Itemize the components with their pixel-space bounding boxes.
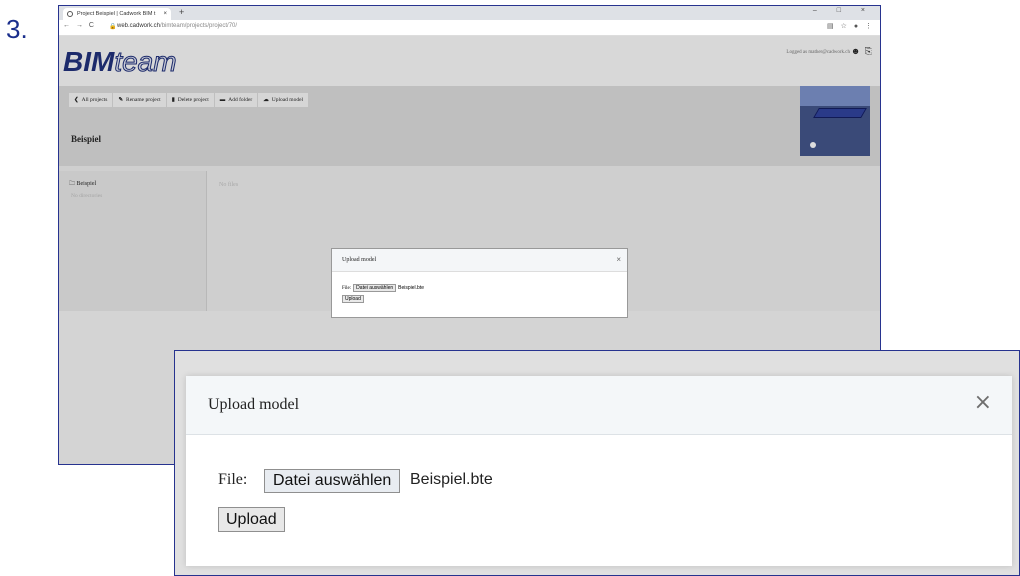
upload-button[interactable]: Upload (218, 507, 285, 532)
thumbnail-sky (800, 86, 870, 106)
new-tab-icon[interactable]: + (179, 7, 184, 17)
url-field[interactable]: web.cadwork.ch/bimteam/projects/project/… (117, 23, 237, 29)
project-toolbar: ❮ All projects ✎ Rename project ▮ Delete pr… (69, 93, 309, 107)
close-icon[interactable]: × (974, 390, 992, 415)
no-directories-text: No directories (71, 193, 103, 199)
all-projects-button[interactable]: ❮ All projects (69, 93, 113, 107)
folder-plus-icon: ▬ (219, 97, 226, 103)
nav-buttons[interactable]: ← → C (63, 22, 94, 29)
lock-icon: 🔒 (109, 24, 117, 30)
dialog-title: Upload model (208, 396, 300, 413)
project-bar: ❮ All projects ✎ Rename project ▮ Delete pr… (59, 86, 880, 166)
choose-file-button[interactable]: Datei auswählen (264, 469, 401, 493)
upload-model-button[interactable]: ☁ Upload model (258, 93, 309, 107)
logged-in-text: Logged as mather@cadwork.ch (786, 50, 850, 55)
file-label: File: (218, 471, 248, 488)
app-header: BIMteam Logged as mather@cadwork.ch ☻ ⎘ (59, 36, 880, 86)
model-thumbnail[interactable] (800, 86, 870, 156)
dialog-header: Upload model × (186, 376, 1012, 435)
selected-file-name: Beispiel.bte (410, 471, 493, 488)
user-icons[interactable]: ☻ ⎘ (851, 46, 872, 57)
trash-icon: ▮ (171, 97, 175, 103)
address-bar: ← → C 🔒 web.cadwork.ch/bimteam/projects/… (59, 20, 880, 36)
browser-tab-bar: Project Beispiel | Cadwork BIM t × + – □… (59, 6, 880, 20)
chevron-left-icon: ❮ (74, 97, 79, 103)
thumbnail-model (813, 108, 867, 118)
logo-bold: BIM (63, 46, 115, 77)
folder-item[interactable]: 🗀 Beispiel (69, 179, 96, 189)
small-choose-file-button[interactable]: Datei auswählen (353, 284, 397, 292)
small-file-label: File: (342, 286, 352, 291)
small-upload-button[interactable]: Upload (342, 295, 364, 303)
thumbnail-knob (810, 142, 816, 148)
bimteam-logo: BIMteam (63, 46, 177, 78)
project-title: Beispiel (71, 134, 102, 144)
tab-title: Project Beispiel | Cadwork BIM t (77, 11, 156, 17)
delete-project-label: Delete project (177, 97, 209, 103)
upload-model-label: Upload model (271, 97, 304, 103)
add-folder-label: Add folder (228, 97, 253, 103)
url-path: /bimteam/projects/project/70/ (160, 23, 238, 29)
browser-toolbar-icons[interactable]: ▤ ☆ ● ⋮ (827, 22, 872, 30)
upload-modal-small: Upload model × File: Datei auswählen Beisp… (331, 248, 628, 318)
tab-close-icon[interactable]: × (163, 8, 167, 20)
folder-label: Beispiel (76, 181, 97, 187)
url-domain: web.cadwork.ch (117, 23, 161, 29)
small-modal-title: Upload model (332, 249, 627, 272)
logo-light: team (114, 46, 177, 78)
rename-project-button[interactable]: ✎ Rename project (113, 93, 166, 107)
globe-icon (67, 11, 73, 17)
delete-project-button[interactable]: ▮ Delete project (166, 93, 214, 107)
folder-pane: 🗀 Beispiel No directories (59, 171, 207, 311)
small-close-icon[interactable]: × (616, 249, 621, 271)
upload-modal-zoom: Upload model × File: Datei auswählen Bei… (174, 350, 1020, 576)
step-number: 3. (6, 14, 28, 44)
pencil-icon: ✎ (118, 97, 124, 103)
all-projects-label: All projects (81, 97, 108, 103)
add-folder-button[interactable]: ▬ Add folder (214, 93, 258, 107)
browser-tab[interactable]: Project Beispiel | Cadwork BIM t × (63, 8, 171, 20)
window-controls[interactable]: – □ × (813, 7, 874, 14)
no-files-text: No files (219, 182, 239, 188)
rename-project-label: Rename project (126, 97, 161, 103)
cloud-upload-icon: ☁ (263, 97, 269, 103)
small-file-row: File: Datei auswählen Beispiel.bte (342, 284, 424, 292)
folder-icon: 🗀 (69, 181, 77, 187)
upload-dialog: Upload model × File: Datei auswählen Bei… (186, 376, 1012, 566)
small-file-name: Beispiel.bte (398, 285, 424, 291)
